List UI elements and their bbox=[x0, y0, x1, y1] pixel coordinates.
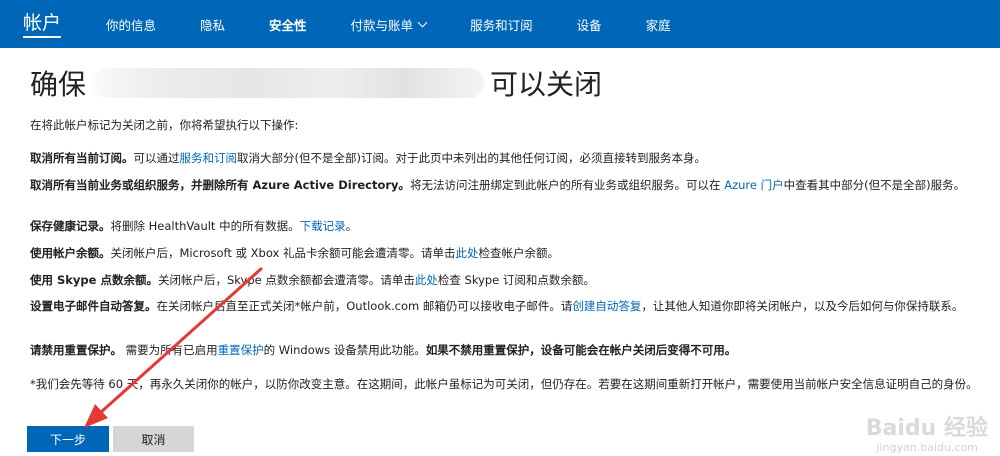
intro-text: 在将此帐户标记为关闭之前，你将希望执行以下操作: bbox=[30, 118, 299, 132]
nav-item-your-info[interactable]: 你的信息 bbox=[84, 0, 178, 48]
services-subscriptions-link[interactable]: 服务和订阅 bbox=[180, 151, 238, 165]
chevron-down-icon bbox=[417, 17, 428, 27]
item-set-auto-reply: 设置电子邮件自动答复。在关闭帐户后直至正式关闭*帐户前，Outlook.com … bbox=[30, 299, 964, 313]
nav-item-payment-billing[interactable]: 付款与账单 bbox=[329, 0, 449, 48]
nav-item-family[interactable]: 家庭 bbox=[624, 0, 693, 48]
redacted-account-name bbox=[92, 68, 485, 98]
next-button[interactable]: 下一步 bbox=[27, 426, 109, 452]
azure-portal-link[interactable]: Azure 门户 bbox=[724, 178, 783, 192]
item-cancel-subscriptions: 取消所有当前订阅。可以通过服务和订阅取消大部分(但不是全部)订阅。对于此页中未列… bbox=[30, 151, 706, 165]
item-use-account-balance: 使用帐户余额。关闭帐户后，Microsoft 或 Xbox 礼品卡余额可能会遭清… bbox=[30, 246, 559, 260]
item-cancel-business-services: 取消所有当前业务或组织服务，并删除所有 Azure Active Directo… bbox=[30, 178, 966, 192]
top-navigation: 帐户 你的信息 隐私 安全性 付款与账单 服务和订阅 设备 家庭 bbox=[0, 0, 1000, 48]
watermark-logo: Baidu 经验 bbox=[865, 416, 988, 441]
check-skype-link[interactable]: 此处 bbox=[415, 273, 438, 287]
item-save-health-records: 保存健康记录。将删除 HealthVault 中的所有数据。下载记录。 bbox=[30, 219, 358, 233]
item-use-skype-credit: 使用 Skype 点数余额。关闭帐户后，Skype 点数余额都会遭清零。请单击此… bbox=[30, 273, 595, 287]
watermark-url: jingyan.baidu.com bbox=[876, 441, 978, 454]
nav-item-privacy[interactable]: 隐私 bbox=[178, 0, 247, 48]
check-balance-link[interactable]: 此处 bbox=[455, 246, 478, 260]
nav-item-devices[interactable]: 设备 bbox=[555, 0, 624, 48]
cancel-button[interactable]: 取消 bbox=[113, 426, 194, 452]
page-title: 确保 可以关闭 bbox=[30, 68, 603, 101]
reset-protection-link[interactable]: 重置保护 bbox=[218, 343, 264, 357]
footnote-text: *我们会先等待 60 天，再永久关闭你的帐户，以防你改变主意。在这期间，此帐户虽… bbox=[30, 377, 978, 391]
create-auto-reply-link[interactable]: 创建自动答复 bbox=[572, 299, 641, 313]
nav-item-security[interactable]: 安全性 bbox=[247, 0, 329, 48]
nav-item-services-subscriptions[interactable]: 服务和订阅 bbox=[448, 0, 555, 48]
download-records-link[interactable]: 下载记录 bbox=[300, 219, 346, 233]
nav-brand-account[interactable]: 帐户 bbox=[0, 0, 84, 48]
item-disable-reset-protection: 请禁用重置保护。 需要为所有已启用重置保护的 Windows 设备禁用此功能。如… bbox=[30, 343, 737, 357]
